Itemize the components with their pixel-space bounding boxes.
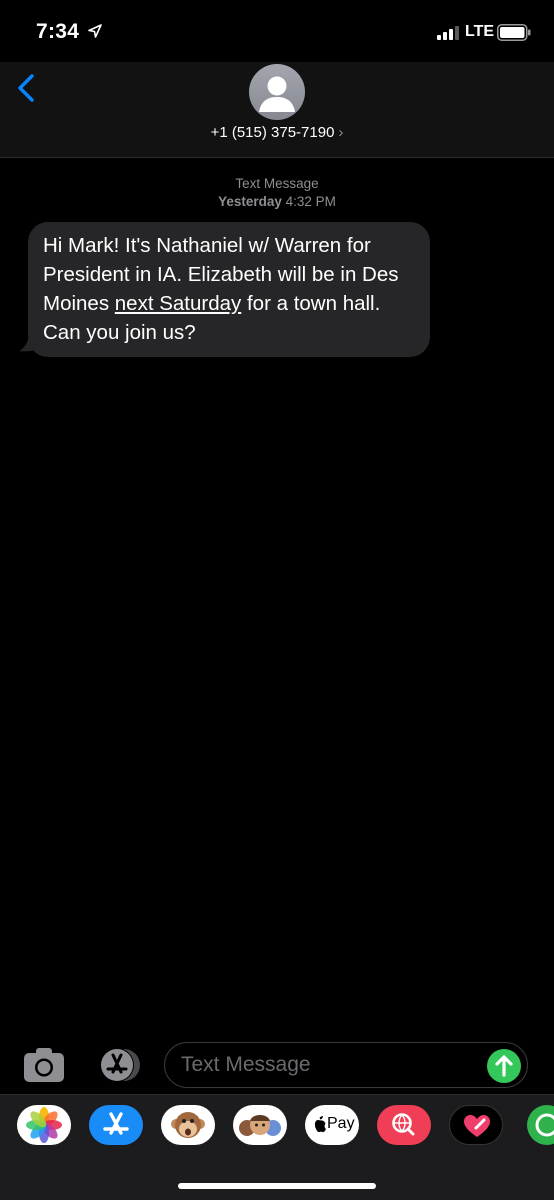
message-composer[interactable] xyxy=(164,1042,528,1088)
contact-avatar[interactable] xyxy=(249,64,305,120)
app-store-button-icon[interactable] xyxy=(93,1046,143,1084)
incoming-message-bubble[interactable]: Hi Mark! It's Nathaniel w/ Warren for Pr… xyxy=(28,222,430,357)
cellular-signal-icon xyxy=(437,26,459,40)
status-bar: 7:34 LTE xyxy=(0,0,554,62)
service-label: Text Message xyxy=(235,176,319,191)
digital-touch-app-icon[interactable] xyxy=(449,1105,503,1145)
photos-icon xyxy=(26,1107,62,1143)
message-input[interactable] xyxy=(181,1051,481,1079)
date-time: 4:32 PM xyxy=(285,194,336,209)
contact-name-button[interactable]: +1 (515) 375-7190 › xyxy=(0,124,554,141)
date-link[interactable]: next Saturday xyxy=(115,292,242,315)
animoji-app-icon[interactable] xyxy=(161,1105,215,1145)
photos-app-icon[interactable] xyxy=(17,1105,71,1145)
web-search-app-icon[interactable] xyxy=(377,1105,431,1145)
arrow-up-icon xyxy=(495,1055,513,1077)
app-store-icon xyxy=(103,1112,129,1135)
person-silhouette-icon xyxy=(259,76,295,112)
message-timestamp: Text Message Yesterday 4:32 PM xyxy=(0,175,554,211)
partial-app-icon[interactable] xyxy=(527,1105,554,1145)
camera-icon[interactable] xyxy=(22,1046,66,1084)
location-arrow-icon xyxy=(88,24,102,38)
conversation-header: +1 (515) 375-7190 › xyxy=(0,62,554,158)
carrier-label: LTE xyxy=(465,23,495,40)
home-indicator[interactable] xyxy=(178,1183,376,1189)
memoji-app-icon[interactable] xyxy=(233,1105,287,1145)
date-line: Yesterday 4:32 PM xyxy=(0,193,554,211)
status-time: 7:34 xyxy=(36,20,80,43)
send-button[interactable] xyxy=(487,1049,521,1083)
partial-app-glyph-icon xyxy=(535,1113,554,1137)
digital-touch-icon xyxy=(464,1115,490,1137)
chevron-right-icon: › xyxy=(338,124,344,141)
web-search-icon xyxy=(392,1113,415,1136)
battery-icon xyxy=(497,24,531,41)
memoji-icon xyxy=(239,1115,281,1136)
app-store-app-icon[interactable] xyxy=(89,1105,143,1145)
contact-phone-number: +1 (515) 375-7190 xyxy=(210,124,335,141)
animoji-icon xyxy=(171,1112,205,1138)
apple-pay-label: Pay xyxy=(327,1115,355,1132)
date-day: Yesterday xyxy=(218,194,282,209)
back-chevron-icon[interactable] xyxy=(14,68,42,108)
apple-pay-app-icon[interactable]: Pay xyxy=(305,1105,359,1145)
